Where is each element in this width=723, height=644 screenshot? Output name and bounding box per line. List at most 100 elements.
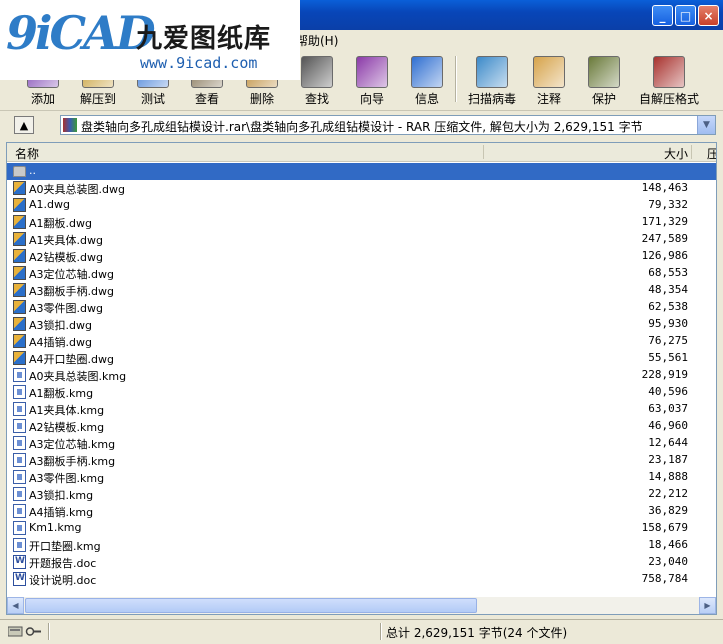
dwg-file-icon (13, 181, 26, 195)
toolbar-wizard-button[interactable]: 向导 (343, 50, 401, 108)
file-size: 95,930 (648, 317, 688, 330)
file-row[interactable]: .. (7, 163, 716, 180)
column-header-name[interactable]: 名称 (15, 145, 39, 162)
file-name: A4开口垫圈.dwg (29, 353, 114, 366)
file-row[interactable]: A4插销.dwg 76,275 (7, 333, 716, 350)
file-row[interactable]: A3翻板手柄.kmg 23,187 (7, 452, 716, 469)
address-dropdown[interactable]: 盘类轴向多孔成组钻模设计.rar\盘类轴向多孔成组钻模设计 - RAR 压缩文件… (60, 115, 716, 135)
file-row[interactable]: A4插销.kmg 36,829 (7, 503, 716, 520)
scan-virus-icon (476, 56, 508, 88)
logo-name: 九爱图纸库 (136, 24, 272, 54)
minimize-button[interactable]: _ (652, 5, 673, 26)
file-list: 名称 大小 压 .. A0夹具总装图.dwg 148,463 A1.dwg 79,332… (6, 142, 717, 615)
dwg-file-icon (13, 283, 26, 297)
file-size: 22,212 (648, 487, 688, 500)
dwg-file-icon (13, 266, 26, 280)
file-name: A3零件图.dwg (29, 302, 103, 315)
file-row[interactable]: A1夹具体.dwg 247,589 (7, 231, 716, 248)
toolbar-protect-label: 保护 (591, 92, 616, 106)
file-size: 79,332 (648, 198, 688, 211)
file-row[interactable]: A3零件图.dwg 62,538 (7, 299, 716, 316)
file-row[interactable]: A3锁扣.dwg 95,930 (7, 316, 716, 333)
file-name: A3零件图.kmg (29, 472, 105, 485)
file-name: A1翻板.dwg (29, 217, 92, 230)
kmg-file-icon (13, 521, 26, 535)
toolbar-extract-label: 解压到 (79, 92, 116, 106)
file-row[interactable]: A1翻板.dwg 171,329 (7, 214, 716, 231)
file-row[interactable]: A1翻板.kmg 40,596 (7, 384, 716, 401)
file-row[interactable]: A3零件图.kmg 14,888 (7, 469, 716, 486)
file-row[interactable]: 开题报告.doc 23,040 (7, 554, 716, 571)
file-name: A1翻板.kmg (29, 387, 94, 400)
file-name: A1夹具体.dwg (29, 234, 103, 247)
chevron-down-icon: ▼ (703, 120, 710, 130)
file-size: 36,829 (648, 504, 688, 517)
file-size: 40,596 (648, 385, 688, 398)
column-divider[interactable] (483, 145, 484, 159)
status-summary: 总计 2,629,151 字节(24 个文件) (386, 626, 568, 640)
file-name: A3定位芯轴.kmg (29, 438, 116, 451)
file-name: A3翻板手柄.dwg (29, 285, 114, 298)
file-row[interactable]: A1夹具体.kmg 63,037 (7, 401, 716, 418)
file-size: 126,986 (641, 249, 688, 262)
maximize-button[interactable]: □ (675, 5, 696, 26)
dwg-file-icon (13, 232, 26, 246)
up-folder-button[interactable]: ▲ (14, 116, 34, 134)
toolbar-protect-button[interactable]: 保护 (575, 50, 633, 108)
file-name: A3锁扣.dwg (29, 319, 92, 332)
sfx-icon (653, 56, 685, 88)
protect-icon (588, 56, 620, 88)
toolbar-sfx-label: 自解压格式 (638, 92, 699, 106)
file-row[interactable]: A1.dwg 79,332 (7, 197, 716, 214)
toolbar-sfx-button[interactable]: 自解压格式 (638, 50, 700, 108)
file-name: A3定位芯轴.dwg (29, 268, 114, 281)
toolbar-virus-button[interactable]: 扫描病毒 (463, 50, 521, 108)
file-row[interactable]: A2钻模板.kmg 46,960 (7, 418, 716, 435)
file-row[interactable]: A3翻板手柄.dwg 48,354 (7, 282, 716, 299)
dwg-file-icon (13, 249, 26, 263)
column-header-size[interactable]: 大小 (664, 145, 688, 162)
file-name: A3翻板手柄.kmg (29, 455, 116, 468)
file-row[interactable]: 开口垫圈.kmg 18,466 (7, 537, 716, 554)
scroll-left-button[interactable]: ◀ (7, 597, 24, 614)
dwg-file-icon (13, 198, 26, 212)
file-size: 62,538 (648, 300, 688, 313)
parent-folder-icon (13, 166, 26, 177)
file-row[interactable]: A3锁扣.kmg 22,212 (7, 486, 716, 503)
file-size: 14,888 (648, 470, 688, 483)
file-size: 63,037 (648, 402, 688, 415)
logo-mark: 9iCAD (6, 6, 156, 60)
file-row[interactable]: A0夹具总装图.kmg 228,919 (7, 367, 716, 384)
file-name: 开口垫圈.kmg (29, 540, 101, 553)
file-size: 12,644 (648, 436, 688, 449)
file-row[interactable]: Km1.kmg 158,679 (7, 520, 716, 537)
file-row[interactable]: A3定位芯轴.kmg 12,644 (7, 435, 716, 452)
file-size: 171,329 (641, 215, 688, 228)
dwg-file-icon (13, 215, 26, 229)
toolbar-info-button[interactable]: 信息 (398, 50, 456, 108)
file-size: 228,919 (641, 368, 688, 381)
file-size: 758,784 (641, 572, 688, 585)
status-divider (48, 623, 50, 640)
scroll-right-button[interactable]: ▶ (699, 597, 716, 614)
column-divider[interactable] (691, 145, 692, 159)
kmg-file-icon (13, 453, 26, 467)
kmg-file-icon (13, 436, 26, 450)
close-button[interactable]: × (698, 5, 719, 26)
file-name: A4插销.dwg (29, 336, 92, 349)
toolbar-find-label: 查找 (304, 92, 329, 106)
list-header: 名称 大小 压 (7, 143, 716, 162)
toolbar-comment-button[interactable]: 注释 (520, 50, 578, 108)
address-dropdown-button[interactable]: ▼ (697, 116, 715, 134)
status-divider (380, 623, 382, 640)
file-row[interactable]: A2钻模板.dwg 126,986 (7, 248, 716, 265)
file-name: A0夹具总装图.dwg (29, 183, 125, 196)
file-row[interactable]: A0夹具总装图.dwg 148,463 (7, 180, 716, 197)
file-row[interactable]: 设计说明.doc 758,784 (7, 571, 716, 588)
file-row[interactable]: A3定位芯轴.dwg 68,553 (7, 265, 716, 282)
menu-help[interactable]: 帮助(H) (296, 32, 338, 49)
horizontal-scrollbar[interactable]: ◀ ▶ (7, 597, 716, 614)
scrollbar-thumb[interactable] (25, 598, 477, 613)
column-header-packed[interactable]: 压 (707, 145, 716, 162)
file-row[interactable]: A4开口垫圈.dwg 55,561 (7, 350, 716, 367)
